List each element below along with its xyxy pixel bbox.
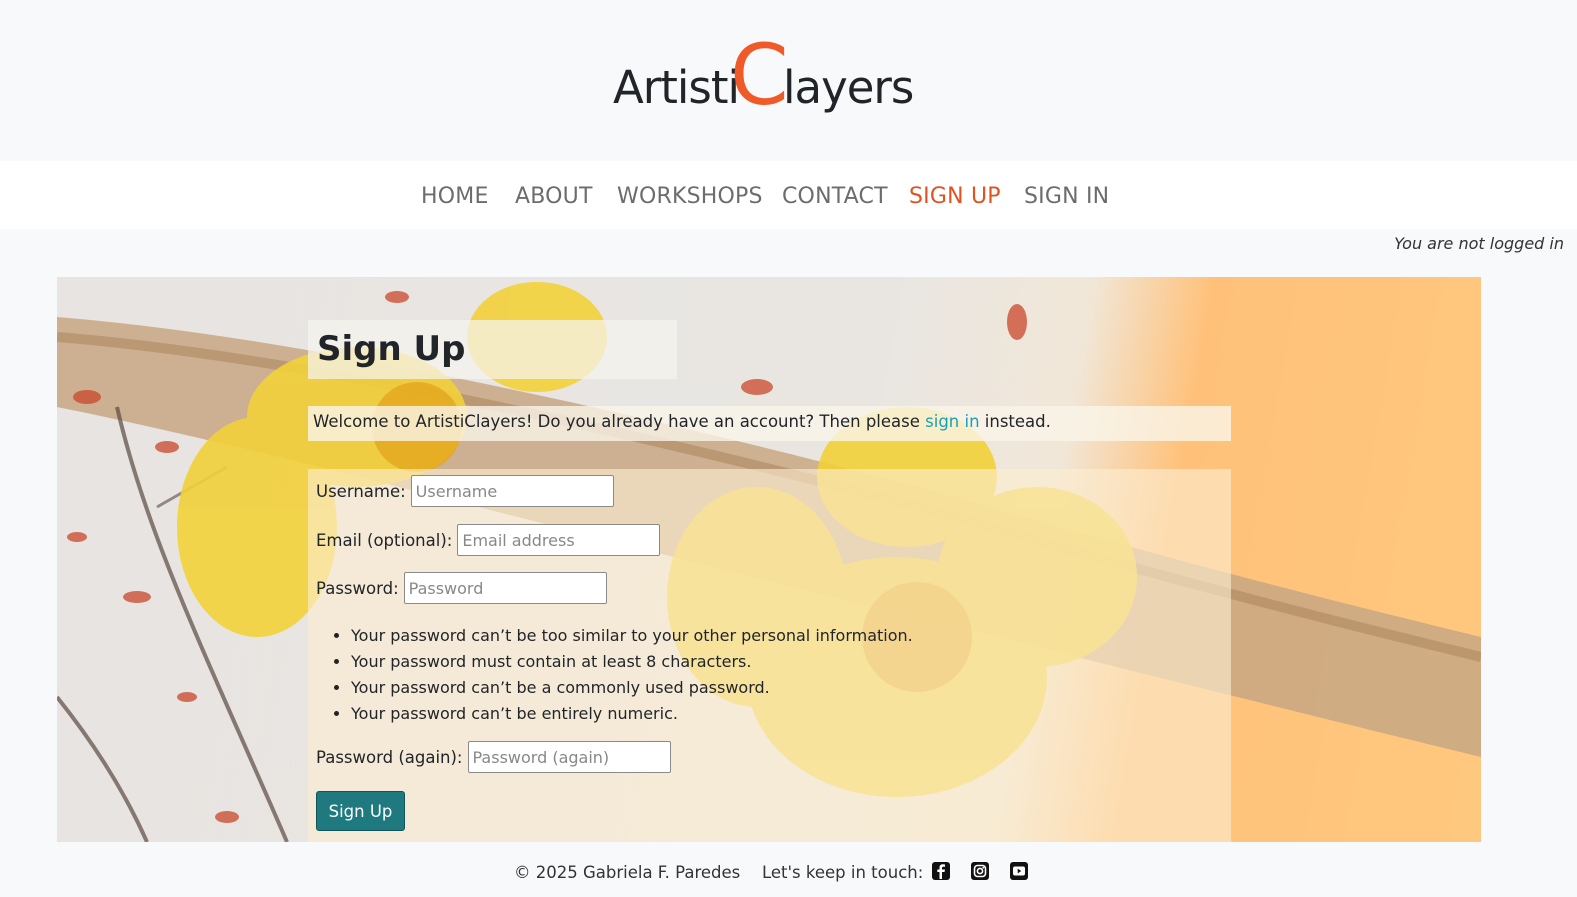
password-label: Password:: [316, 578, 399, 598]
facebook-icon[interactable]: [931, 861, 951, 881]
password-rule: Your password can’t be too similar to yo…: [351, 623, 913, 649]
welcome-text-after: instead.: [979, 412, 1051, 431]
youtube-icon[interactable]: [1009, 861, 1029, 881]
login-status: You are not logged in: [1394, 234, 1564, 253]
password-input[interactable]: [403, 572, 607, 604]
nav-sign-in[interactable]: SIGN IN: [1024, 184, 1109, 209]
password-again-input[interactable]: [467, 741, 671, 773]
sign-in-link[interactable]: sign in: [925, 412, 979, 431]
password-rule: Your password can’t be entirely numeric.: [351, 701, 913, 727]
password-again-row: Password (again):: [316, 741, 671, 773]
username-row: Username:: [316, 475, 614, 507]
nav-sign-up[interactable]: SIGN UP: [909, 184, 1001, 209]
welcome-message: Welcome to ArtistiClayers! Do you alread…: [308, 406, 1231, 441]
page-title-container: Sign Up: [308, 320, 677, 379]
nav-contact[interactable]: CONTACT: [782, 184, 888, 209]
instagram-icon[interactable]: [970, 861, 990, 881]
password-row: Password:: [316, 572, 607, 604]
password-rules-list: Your password can’t be too similar to yo…: [351, 623, 913, 727]
copyright-text: © 2025 Gabriela F. Paredes: [514, 863, 741, 882]
email-label: Email (optional):: [316, 530, 453, 550]
nav-about[interactable]: ABOUT: [515, 184, 593, 209]
nav-home[interactable]: HOME: [421, 184, 489, 209]
page-title: Sign Up: [317, 329, 466, 369]
site-header: Artisti C layers: [0, 0, 1577, 161]
password-rule: Your password can’t be a commonly used p…: [351, 675, 913, 701]
username-label: Username:: [316, 481, 406, 501]
email-input[interactable]: [457, 524, 661, 556]
logo-big-c: C: [730, 26, 789, 124]
keep-in-touch-text: Let's keep in touch:: [762, 863, 924, 882]
password-again-label: Password (again):: [316, 747, 463, 767]
sign-up-button[interactable]: Sign Up: [316, 791, 405, 831]
email-row: Email (optional):: [316, 524, 661, 556]
nav-workshops[interactable]: WORKSHOPS: [617, 184, 763, 209]
logo-text-layers: layers: [783, 61, 914, 114]
site-footer: © 2025 Gabriela F. Paredes Let's keep in…: [0, 857, 1577, 897]
logo-text-artisti: Artisti: [613, 61, 740, 114]
username-input[interactable]: [410, 475, 614, 507]
main-navigation: HOME ABOUT WORKSHOPS CONTACT SIGN UP SIG…: [0, 161, 1577, 229]
password-rule: Your password must contain at least 8 ch…: [351, 649, 913, 675]
welcome-text-before: Welcome to ArtistiClayers! Do you alread…: [313, 412, 926, 431]
signup-form: Username: Email (optional): Password: Yo…: [308, 469, 1231, 842]
